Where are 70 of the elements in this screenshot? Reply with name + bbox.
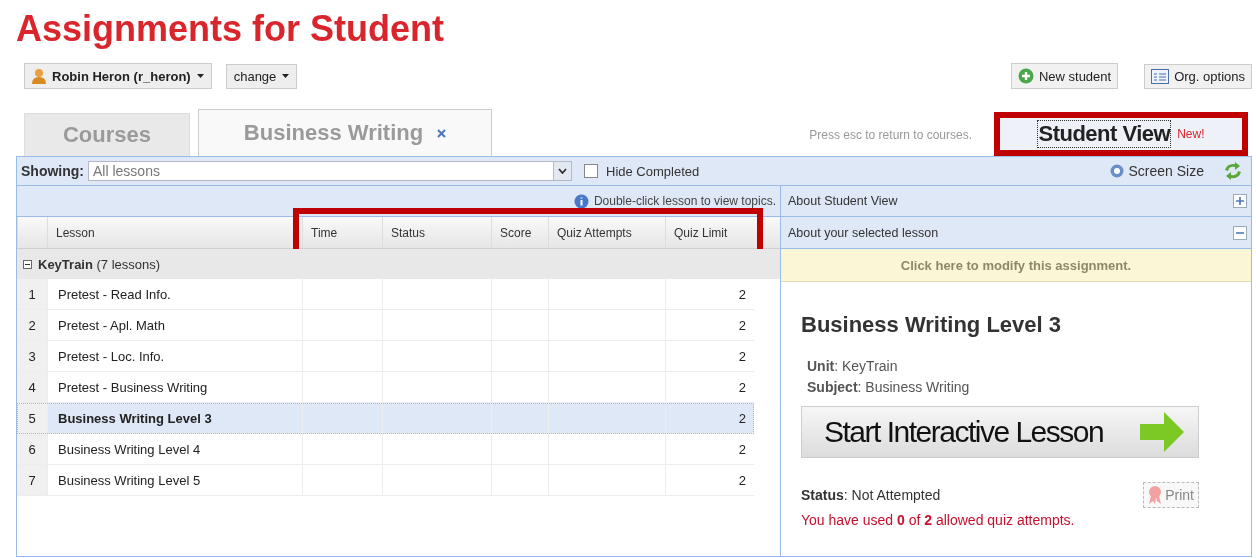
lesson-filter-dropdown[interactable]: All lessons [88,161,572,181]
status-text: Status: Not Attempted [801,487,941,503]
column-header[interactable]: Time [302,217,382,248]
row-number: 7 [17,465,47,495]
lesson-title: Business Writing Level 3 [801,312,1062,338]
caret-icon [282,74,290,78]
checkbox[interactable] [584,164,598,178]
checkbox-label: Hide Completed [606,163,700,179]
new-student-button[interactable]: New student [1010,63,1119,89]
list-window-icon [1151,68,1170,84]
refresh-icon[interactable] [1223,162,1243,180]
new-label: New! [1177,127,1205,141]
user-icon [32,68,46,84]
table-cell: Business Writing Level 5 [47,465,302,495]
column-header[interactable]: Quiz Limit [665,217,754,248]
column-header[interactable]: Lesson [47,217,302,248]
info-icon [573,193,589,209]
row-number: 4 [17,372,47,402]
table-cell: Pretest - Read Info. [47,279,302,309]
table-cell: 2 [665,341,754,371]
ribbon-icon [1148,486,1163,504]
table-row[interactable]: 1 Pretest - Read Info. 2 [17,279,754,310]
caret-icon [196,74,204,78]
attempts-text: You have used 0 of 2 allowed quiz attempts. [801,512,1076,528]
start-lesson-button[interactable]: Start Interactive Lesson [801,406,1199,458]
table-cell: 2 [665,310,754,340]
table-cell: 2 [665,279,754,309]
subject-text: Subject: Business Writing [807,378,971,397]
add-icon [1017,68,1034,84]
table-cell: 2 [665,465,754,495]
student-view-tab[interactable]: Student View New! [994,112,1248,156]
table-cell: Pretest - Apl. Math [47,310,302,340]
filter-label: Showing: [21,163,84,179]
options-button[interactable]: Org. options [1144,63,1252,89]
table-row[interactable]: 7 Business Writing Level 5 2 [17,465,754,496]
table-cell: Business Writing Level 4 [47,434,302,464]
screen-size-label: Screen Size [1128,163,1204,179]
accordion-header[interactable]: About Student View [781,186,1251,217]
group-name: KeyTrain (7 lessons) [38,256,161,272]
accordion-header[interactable]: About your selected lesson [781,217,1251,249]
hint-text: Press esc to return to courses. [809,128,972,142]
column-header[interactable]: Score [491,217,548,248]
row-number: 2 [17,310,47,340]
hint-text: Double-click lesson to view topics. [593,194,776,208]
group-header[interactable]: KeyTrain (7 lessons) [17,249,780,279]
row-number: 5 [17,403,47,433]
table-cell: Business Writing Level 3 [47,403,302,433]
table-row[interactable]: 6 Business Writing Level 4 2 [17,434,754,465]
student-dropdown[interactable]: Robin Heron (r_heron) [24,63,212,89]
table-cell: 2 [665,403,754,433]
row-number: 3 [17,341,47,371]
column-header[interactable]: Status [382,217,491,248]
row-number: 1 [17,279,47,309]
chevron-icon [558,168,567,174]
close-icon[interactable] [437,128,447,138]
arrow-icon [1140,412,1184,452]
change-dropdown[interactable]: change [225,63,298,89]
collapse-icon[interactable] [23,259,32,269]
table-cell: 2 [665,372,754,402]
expand-icon[interactable] [1233,194,1247,208]
table-cell: Pretest - Business Writing [47,372,302,402]
table-cell: Pretest - Loc. Info. [47,341,302,371]
page-title: Assignments for Student [16,8,446,50]
unit-text: Unit: KeyTrain [807,357,899,376]
table-row[interactable]: 2 Pretest - Apl. Math 2 [17,310,754,341]
table-cell: 2 [665,434,754,464]
column-header[interactable]: Quiz Attempts [548,217,665,248]
row-number: 6 [17,434,47,464]
table-row[interactable]: 3 Pretest - Loc. Info. 2 [17,341,754,372]
table-row[interactable]: 5 Business Writing Level 3 2 [17,403,754,434]
